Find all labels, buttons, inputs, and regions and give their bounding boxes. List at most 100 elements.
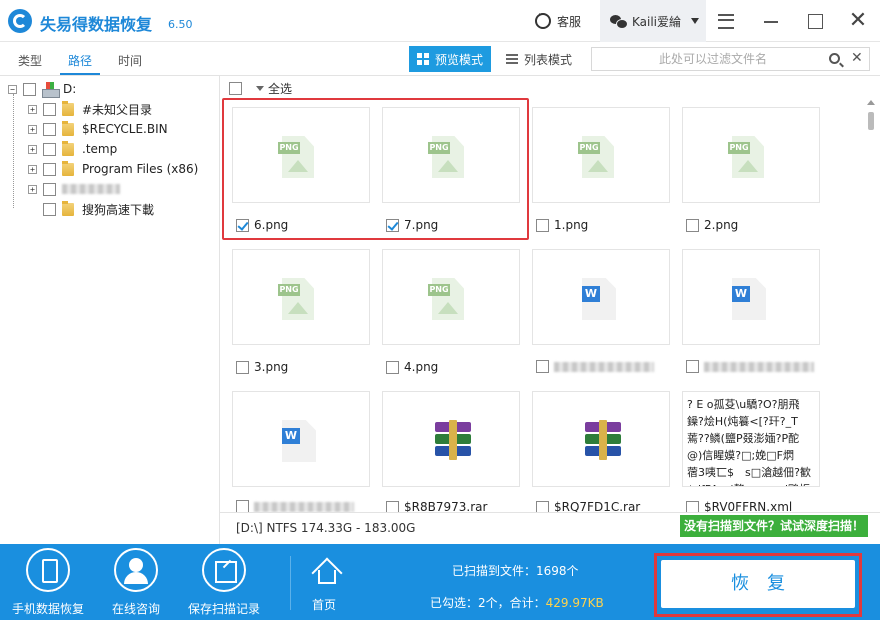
tree-item[interactable]: + $RECYCLE.BIN [28, 120, 168, 138]
preview-mode-button[interactable]: 预览模式 [409, 46, 491, 72]
grid-view-icon [417, 53, 429, 65]
file-thumbnail[interactable]: W [682, 249, 820, 345]
tab-time[interactable]: 时间 [118, 52, 142, 69]
selected-info: 已勾选：2个，合计：429.97KB [430, 594, 604, 611]
deep-scan-button[interactable]: 没有扫描到文件？试试深度扫描！ [680, 515, 868, 537]
list-mode-label: 列表模式 [524, 52, 573, 67]
tree-item-checkbox[interactable] [43, 202, 56, 216]
scrollbar[interactable] [866, 100, 876, 510]
search-icon[interactable] [829, 53, 840, 64]
tree-item[interactable]: 搜狗高速下載 [43, 200, 154, 218]
filter-input[interactable] [598, 52, 828, 66]
select-all[interactable]: 全选 [229, 80, 292, 97]
menu-icon[interactable] [717, 11, 737, 31]
file-item[interactable]: 2.png [686, 218, 738, 232]
file-thumbnail[interactable] [382, 391, 520, 487]
tab-path[interactable]: 路径 [68, 52, 92, 69]
user-name: Kaili爱綸 [632, 14, 682, 29]
file-thumbnail[interactable]: W [532, 249, 670, 345]
tree-item-checkbox[interactable] [43, 122, 56, 136]
file-thumbnail[interactable]: PNG [382, 107, 520, 203]
caret-down-icon[interactable] [256, 86, 264, 91]
tree-item[interactable]: + .temp [28, 140, 117, 158]
scroll-up-icon[interactable] [867, 100, 875, 105]
minimize-icon[interactable] [762, 11, 782, 31]
phone-recovery-button[interactable]: 手机数据恢复 [6, 548, 90, 617]
tree-item[interactable]: + #未知父目录 [28, 100, 152, 118]
person-icon [114, 548, 158, 592]
clear-icon[interactable]: ✕ [851, 50, 863, 66]
toolbar: 类型 路径 时间 预览模式 列表模式 ✕ [0, 42, 880, 76]
online-consult-button[interactable]: 在线咨询 [94, 548, 178, 617]
file-thumbnail[interactable] [532, 391, 670, 487]
expand-toggle[interactable]: + [28, 144, 37, 154]
file-checkbox[interactable] [236, 360, 249, 374]
file-checkbox[interactable] [686, 360, 699, 373]
file-thumbnail[interactable]: W [232, 391, 370, 487]
file-thumbnail[interactable]: PNG [232, 249, 370, 345]
file-checkbox[interactable] [686, 218, 699, 232]
list-mode-button[interactable]: 列表模式 [498, 46, 582, 72]
divider [290, 556, 291, 610]
file-item[interactable] [536, 360, 654, 373]
scroll-thumb[interactable] [868, 112, 874, 130]
rar-archive-icon [585, 420, 621, 460]
file-item[interactable]: 6.png [236, 218, 288, 232]
file-checkbox[interactable] [236, 218, 249, 232]
tree-item[interactable]: + Program Files (x86) [28, 160, 198, 178]
png-file-icon: PNG [728, 136, 768, 178]
chevron-down-icon [691, 18, 700, 24]
tree-item[interactable]: + [28, 180, 120, 198]
file-thumbnail[interactable]: PNG [532, 107, 670, 203]
drive-icon [42, 82, 60, 98]
file-name: 7.png [404, 218, 439, 232]
file-checkbox[interactable] [536, 218, 549, 232]
home-label[interactable]: 首页 [312, 596, 336, 613]
selected-size: 429.97KB [545, 596, 604, 610]
file-item[interactable]: 7.png [386, 218, 438, 232]
drive-checkbox[interactable] [23, 82, 36, 96]
file-item[interactable] [686, 360, 814, 373]
file-checkbox[interactable] [386, 218, 399, 232]
tree-item-checkbox[interactable] [43, 182, 56, 196]
file-thumbnail[interactable]: PNG [682, 107, 820, 203]
customer-service-label: 客服 [557, 14, 582, 29]
maximize-icon[interactable] [805, 11, 825, 31]
file-checkbox[interactable] [536, 360, 549, 373]
tab-type[interactable]: 类型 [18, 52, 42, 69]
user-account-menu[interactable]: Kaili爱綸 [600, 0, 706, 42]
save-scan-record-button[interactable]: 保存扫描记录 [182, 548, 266, 617]
recover-button[interactable]: 恢复 [661, 560, 855, 608]
file-item[interactable]: 4.png [386, 360, 438, 374]
expand-toggle[interactable]: + [28, 164, 37, 174]
tree-item-checkbox[interactable] [43, 162, 56, 176]
tree-item-label: #未知父目录 [82, 102, 153, 117]
expand-toggle[interactable]: + [28, 104, 37, 114]
export-icon [202, 548, 246, 592]
file-name: 3.png [254, 360, 289, 374]
tree-root-drive[interactable]: − D: [8, 80, 76, 98]
file-thumbnail[interactable]: PNG [232, 107, 370, 203]
file-name: 2.png [704, 218, 739, 232]
text-preview: ? E o孤芟\u驕?O?朋飛 鐰?烩H(炖籑<[?玕?_T 蔫??鳞(鹽P叕澎… [687, 398, 811, 486]
blurred-file-name [704, 361, 814, 372]
file-checkbox[interactable] [386, 360, 399, 374]
app-version: 6.50 [168, 18, 193, 31]
expand-toggle[interactable]: + [28, 124, 37, 134]
select-all-checkbox[interactable] [229, 82, 242, 95]
tree-item-checkbox[interactable] [43, 142, 56, 156]
tree-item-checkbox[interactable] [43, 102, 56, 116]
file-item[interactable]: 3.png [236, 360, 288, 374]
file-thumbnail[interactable]: ? E o孤芟\u驕?O?朋飛 鐰?烩H(炖籑<[?玕?_T 蔫??鳞(鹽P叕澎… [682, 391, 820, 487]
tree-item-label: Program Files (x86) [82, 162, 199, 176]
home-icon[interactable] [312, 558, 340, 584]
customer-service-button[interactable]: 客服 [535, 10, 582, 30]
expand-toggle[interactable]: + [28, 184, 37, 194]
bottom-bar: 手机数据恢复 在线咨询 保存扫描记录 首页 已扫描到文件：1698个 已勾选：2… [0, 544, 880, 620]
file-item[interactable]: 1.png [536, 218, 588, 232]
close-icon[interactable]: ✕ [848, 10, 868, 32]
file-thumbnail[interactable]: PNG [382, 249, 520, 345]
folder-icon [62, 120, 74, 136]
phone-recovery-label: 手机数据恢复 [11, 602, 84, 616]
collapse-toggle[interactable]: − [8, 84, 17, 94]
